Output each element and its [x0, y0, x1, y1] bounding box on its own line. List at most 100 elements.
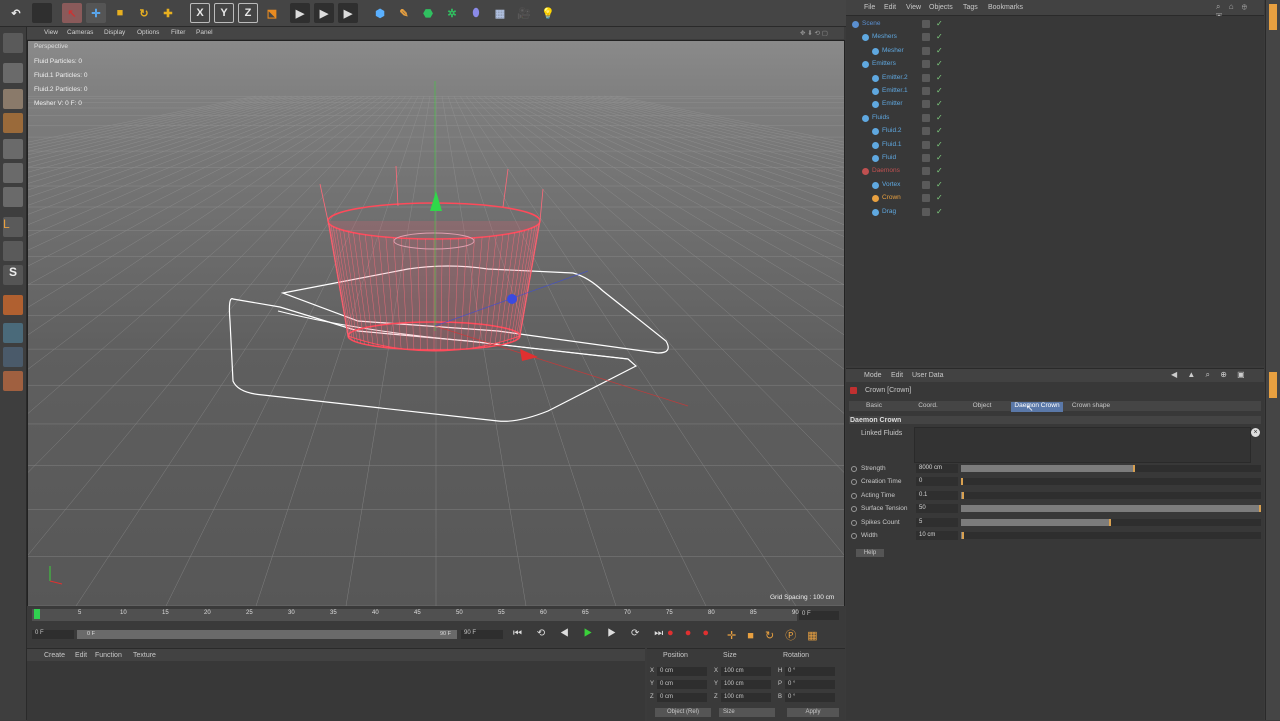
edges-mode-icon[interactable] — [3, 163, 23, 183]
object-row[interactable]: Meshers ✓ — [846, 31, 1264, 44]
pen-icon[interactable]: ✎ — [394, 3, 414, 23]
model-mode-icon[interactable] — [3, 63, 23, 83]
visibility-toggle[interactable] — [922, 140, 930, 149]
linked-fluids-list[interactable] — [914, 427, 1251, 463]
live-selection-icon[interactable]: ↖ — [62, 3, 82, 23]
object-row[interactable]: Daemons ✓ — [846, 165, 1264, 178]
size-mode-select[interactable]: Size — [719, 708, 775, 717]
render-view-icon[interactable]: ▶ — [290, 3, 310, 23]
object-row[interactable]: Emitter.2 ✓ — [846, 72, 1264, 85]
param-value-field[interactable]: 50 — [916, 504, 958, 514]
enabled-check-icon[interactable]: ✓ — [936, 86, 943, 95]
render-picture-viewer-icon[interactable]: ▶ — [314, 3, 334, 23]
snap-icon[interactable]: S — [3, 265, 23, 285]
object-row[interactable]: Fluids ✓ — [846, 112, 1264, 125]
undo-icon[interactable]: ↶ — [6, 3, 26, 23]
viewport-nav-icon[interactable]: ✥ ⬇ ⟲ ▢ — [800, 29, 828, 37]
animate-key-icon[interactable] — [851, 519, 857, 526]
menu-function[interactable]: Function — [95, 652, 122, 659]
visibility-toggle[interactable] — [922, 20, 930, 28]
range-slider[interactable]: 0 F 90 F — [77, 630, 457, 639]
coord-field[interactable]: P0 ° — [778, 680, 838, 689]
redo-icon[interactable] — [32, 3, 52, 23]
floor-icon[interactable]: ▦ — [490, 3, 510, 23]
scale-tool-icon[interactable]: ■ — [110, 3, 130, 23]
enabled-check-icon[interactable]: ✓ — [936, 207, 943, 216]
menu-user-data[interactable]: User Data — [912, 372, 944, 379]
menu-edit[interactable]: Edit — [75, 652, 87, 659]
object-row[interactable]: Emitter.1 ✓ — [846, 85, 1264, 98]
help-button[interactable]: Help — [856, 549, 884, 557]
object-row[interactable]: Fluid.2 ✓ — [846, 125, 1264, 138]
coord-field[interactable]: Y0 cm — [650, 680, 710, 689]
enabled-check-icon[interactable]: ✓ — [936, 32, 943, 41]
visibility-toggle[interactable] — [922, 154, 930, 162]
object-row[interactable]: Drag ✓ — [846, 206, 1264, 219]
coord-field[interactable]: X0 cm — [650, 667, 710, 676]
visibility-toggle[interactable] — [922, 60, 930, 69]
x-axis-button[interactable]: X — [190, 3, 210, 23]
magnet-icon[interactable] — [3, 295, 23, 315]
enabled-check-icon[interactable]: ✓ — [936, 153, 943, 162]
menu-edit[interactable]: Edit — [884, 4, 896, 11]
cube-icon[interactable]: ⬢ — [370, 3, 390, 23]
param-slider[interactable] — [961, 532, 1261, 539]
object-row[interactable]: Fluid ✓ — [846, 152, 1264, 165]
menu-display[interactable]: Display — [104, 29, 125, 36]
animate-key-icon[interactable] — [851, 492, 857, 499]
object-row[interactable]: Scene ✓ — [846, 18, 1264, 31]
menu-cameras[interactable]: Cameras — [67, 29, 93, 36]
apply-button[interactable]: Apply — [787, 708, 839, 717]
coord-value[interactable]: 100 cm — [721, 693, 771, 702]
points-mode-icon[interactable] — [3, 139, 23, 159]
enabled-check-icon[interactable]: ✓ — [936, 180, 943, 189]
enabled-check-icon[interactable]: ✓ — [936, 140, 943, 149]
coord-value[interactable]: 0 cm — [657, 667, 707, 676]
menu-options[interactable]: Options — [137, 29, 159, 36]
light-icon[interactable]: 💡 — [538, 3, 558, 23]
coord-field[interactable]: Z 100 cm — [714, 693, 774, 702]
enabled-check-icon[interactable]: ✓ — [936, 73, 943, 82]
coordinate-system-icon[interactable]: ⬔ — [262, 3, 282, 23]
perspective-viewport[interactable]: Perspective Fluid Particles: 0 Fluid.1 P… — [27, 40, 845, 607]
render-settings-icon[interactable]: ▶ — [338, 3, 358, 23]
tweak-icon[interactable] — [3, 241, 23, 261]
visibility-toggle[interactable] — [922, 207, 930, 216]
deformer-icon[interactable]: ⬮ — [466, 3, 486, 23]
enabled-check-icon[interactable]: ✓ — [936, 59, 943, 68]
key-filter-icons[interactable]: ✛ ■ ↻ Ⓟ ▦ — [727, 627, 822, 643]
playhead[interactable] — [34, 609, 40, 619]
visibility-toggle[interactable] — [922, 113, 930, 122]
animate-key-icon[interactable] — [851, 466, 857, 472]
tab-crown-shape[interactable]: Crown shape — [1066, 402, 1116, 412]
coord-field[interactable]: Y 100 cm — [714, 680, 774, 689]
tab-object[interactable]: Object — [957, 402, 1007, 412]
visibility-toggle[interactable] — [922, 100, 930, 109]
param-value-field[interactable]: 0.1 — [916, 490, 958, 500]
navigate-back-icon[interactable]: ◀ ▲ ⌕ ⊕ ▣ — [1171, 370, 1249, 380]
object-row[interactable]: Emitters ✓ — [846, 58, 1264, 71]
animate-key-icon[interactable] — [851, 479, 857, 486]
make-editable-icon[interactable] — [3, 33, 23, 53]
menu-create[interactable]: Create — [44, 652, 65, 659]
enabled-check-icon[interactable]: ✓ — [936, 46, 943, 55]
param-value-field[interactable]: 5 — [916, 517, 958, 527]
subdivision-icon[interactable]: ⬣ — [418, 3, 438, 23]
visibility-toggle[interactable] — [922, 87, 930, 95]
move-tool-icon[interactable]: ✛ — [86, 3, 106, 23]
tab-coord[interactable]: Coord. — [903, 402, 953, 412]
y-axis-button[interactable]: Y — [214, 3, 234, 23]
visibility-toggle[interactable] — [922, 33, 930, 42]
param-slider[interactable] — [961, 505, 1261, 513]
y-axis-handle[interactable] — [430, 191, 442, 211]
current-frame-field[interactable]: 0 F — [799, 611, 839, 620]
param-value-field[interactable]: 10 cm — [916, 531, 958, 540]
object-row[interactable]: Vortex ✓ — [846, 179, 1264, 192]
tab-basic[interactable]: Basic — [849, 402, 899, 412]
tab-daemon-crown[interactable]: Daemon Crown — [1011, 402, 1063, 412]
x-axis-handle[interactable] — [520, 349, 538, 361]
animate-key-icon[interactable] — [851, 506, 857, 513]
coord-field[interactable]: B0 ° — [778, 693, 838, 702]
enabled-check-icon[interactable]: ✓ — [936, 126, 943, 135]
coord-value[interactable]: 0 ° — [785, 680, 835, 689]
